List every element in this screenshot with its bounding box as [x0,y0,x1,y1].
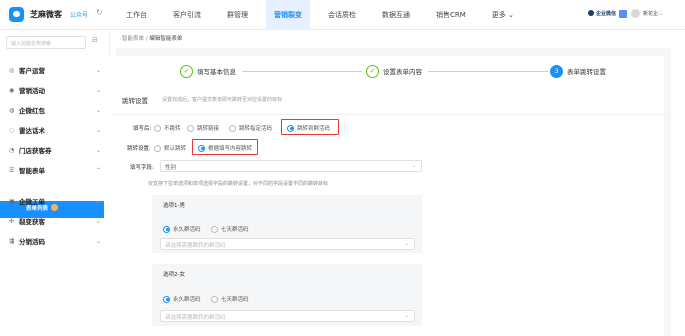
field-select[interactable]: 性别 ⌄ [160,160,422,172]
divider [112,114,670,115]
section-desc: 设置完成后，客户提交表单即可跳转至对应设置的目标 [162,97,283,103]
check-icon: ✓ [366,64,379,78]
radio-dot [211,225,218,233]
chevron-down-icon: ⌄ [411,163,416,169]
section-title: 跳转设置 [122,97,148,105]
wecom-logo: 企业微信 [588,10,616,17]
step-number: 3 [550,64,563,78]
radio-dot [163,295,170,303]
group-code-select-1[interactable]: 请选择需要跳转的群活码 ⌄ [160,238,415,250]
search-input[interactable]: 输入功能名称搜索 [6,36,86,49]
nav-session-qc[interactable]: 会话质检 [320,0,364,30]
field-note: 仅支持下拉单选项和单项选择字段的跳转设置，对不同的字段设置不同的跳转目标 [148,181,329,187]
sidebar-item-customer-ops[interactable]: ◎ 客户运营 ⌄ [0,61,110,79]
radio-dot [229,124,236,132]
radio-dot [154,124,161,132]
check-icon: ✓ [180,64,193,78]
radio-default-jump[interactable]: 默认跳转 [154,144,186,152]
radio-jump-code[interactable]: 跳转指定活码 [229,124,272,132]
breadcrumb-parent[interactable]: 智能表单 [122,36,144,42]
ticket-icon: ▣ [9,197,15,205]
nav-customer-lead[interactable]: 客户引流 [165,0,209,30]
account-switch[interactable]: 公众号 [70,10,88,19]
breadcrumb-current: 编辑智能表单 [149,36,183,42]
radio-dot [211,295,218,303]
top-nav: 工作台 客户引流 群管理 营销裂变 会话质检 数据互通 销售CRM 更多 ⌄ [118,0,532,30]
sidebar-item-marketing[interactable]: ◉ 营销活动 ⌄ [0,81,110,99]
radio-seven-day-code-2[interactable]: 七天群活码 [211,295,249,303]
radio-permanent-code-1[interactable]: 永久群活码 [163,225,201,233]
jump-setting-label: 跳转设置: [127,146,151,152]
step-2: ✓ 设置表单内容 [366,63,422,79]
option-title-1: 选项1-男 [163,203,185,209]
nav-crm[interactable]: 销售CRM [428,0,474,30]
step-connector [428,71,548,72]
sidebar-item-store[interactable]: ◔ 门店获客券 ⌄ [0,141,110,159]
radio-jump-link[interactable]: 跳转链接 [187,124,219,132]
nav-group-manage[interactable]: 群管理 [219,0,256,30]
nav-marketing[interactable]: 营销裂变 [266,0,310,30]
store-icon: ◔ [9,146,15,154]
brand-name: 芝麻微客 [30,10,62,19]
highlight-box [281,119,339,135]
top-right: 企业微信 新花企... [588,9,663,18]
step-connector [242,71,362,72]
sidebar-item-redpacket[interactable]: ◍ 企微红包 ⌄ [0,101,110,119]
nav-data-sync[interactable]: 数据互通 [374,0,418,30]
radio-dot [163,225,170,233]
fill-after-label: 填写后: [133,126,152,132]
collapse-icon[interactable]: ⊟ [92,36,98,44]
refresh-icon[interactable]: ↻ [96,8,103,17]
sidebar-item-share[interactable]: ✣ 裂变获客 ⌄ [0,212,110,230]
group-code-select-2[interactable]: 请选择需要跳转的群活码 ⌄ [160,310,415,322]
radio-dot [154,144,161,152]
radio-dot [187,124,194,132]
top-bar: 芝麻微客 公众号 ↻ 工作台 客户引流 群管理 营销裂变 会话质检 数据互通 销… [0,0,685,30]
radio-no-jump[interactable]: 不跳转 [154,124,181,132]
highlight-box [192,139,258,155]
radio-seven-day-code-1[interactable]: 七天群活码 [211,225,249,233]
field-label: 填写字段: [130,165,154,171]
step-1: ✓ 填写基本信息 [180,63,236,79]
user-icon: ◎ [9,66,15,74]
breadcrumb: 智能表单 / 编辑智能表单 [122,36,183,42]
sidebar-item-radar[interactable]: ◌ 雷达话术 ⌄ [0,121,110,139]
sidebar: 输入功能名称搜索 ⊟ ◎ 客户运营 ⌄ ◉ 营销活动 ⌄ ◍ 企微红包 ⌄ ◌ … [0,30,110,336]
nav-workbench[interactable]: 工作台 [118,0,155,30]
nav-more[interactable]: 更多 ⌄ [484,0,522,30]
logo-icon [9,7,24,22]
chevron-down-icon: ⌄ [404,241,409,247]
sidebar-item-smart-form[interactable]: ☰ 智能表单 ⌃ [0,161,110,179]
chevron-down-icon: ⌄ [404,313,409,319]
user-name[interactable]: 新花企... [643,10,663,17]
share-icon: ✣ [9,217,15,225]
avatar[interactable] [631,9,641,18]
redpacket-icon: ◍ [9,106,15,114]
option-title-2: 选项2-女 [163,272,185,278]
form-icon: ☰ [9,166,15,174]
sidebar-item-ticket[interactable]: ▣ 企微工单 ⌄ [0,192,110,210]
code-icon: ⇶ [9,237,15,245]
steps-bar: ✓ 填写基本信息 ✓ 设置表单内容 3 表单跳转设置 [180,63,620,83]
sidebar-item-distribution[interactable]: ⇶ 分销活码 ⌄ [0,232,110,250]
target-icon: ◉ [9,86,15,94]
radio-permanent-code-2[interactable]: 永久群活码 [163,295,201,303]
radar-icon: ◌ [9,126,15,134]
app-icon[interactable] [619,9,628,18]
step-3: 3 表单跳转设置 [550,63,606,79]
